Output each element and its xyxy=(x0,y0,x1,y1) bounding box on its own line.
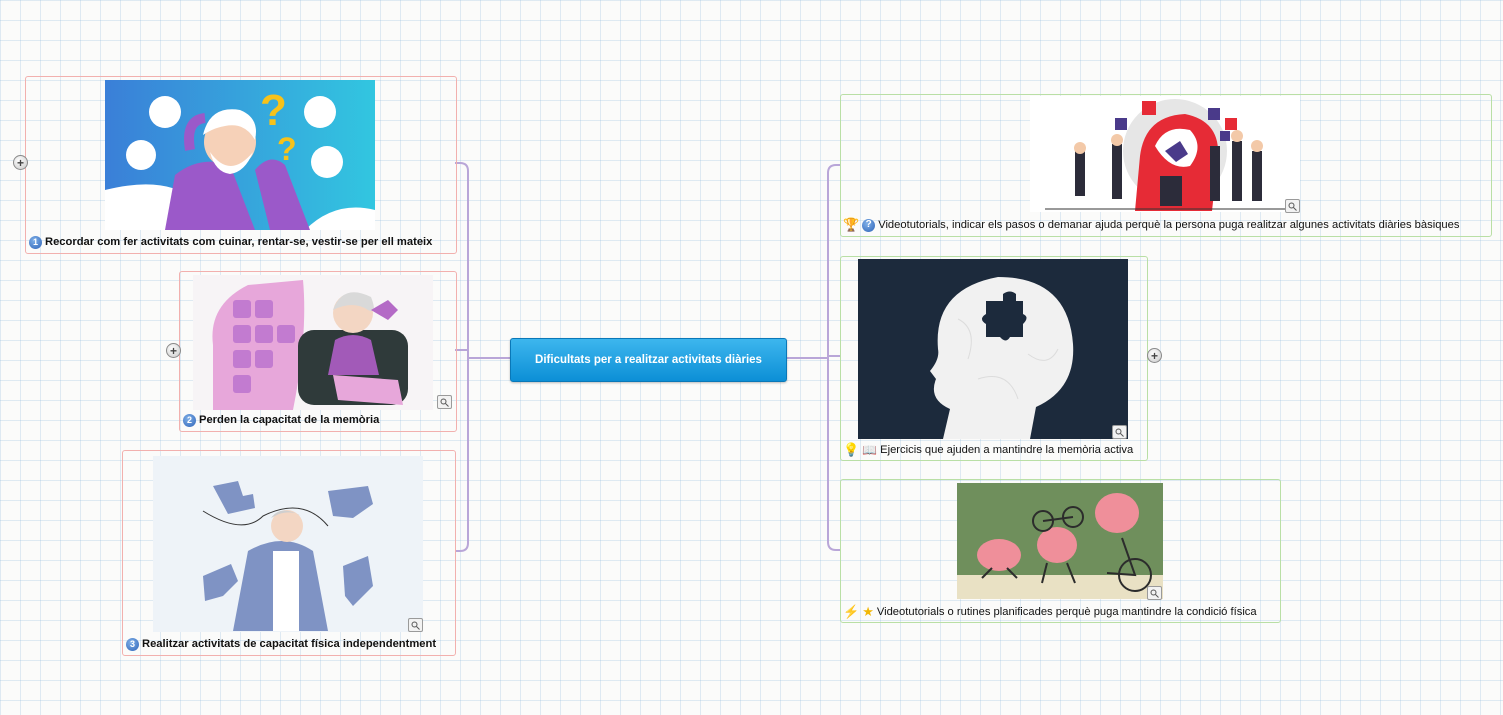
priority-2-icon: 2 xyxy=(183,413,196,427)
expand-icon[interactable]: + xyxy=(13,155,28,170)
zoom-image-icon[interactable] xyxy=(408,618,423,632)
elderly-man-puzzle-pieces-image xyxy=(153,456,423,632)
brain-puzzle-people-image xyxy=(1030,96,1300,212)
star-icon: ★ xyxy=(862,604,874,619)
expand-icon[interactable]: + xyxy=(166,343,181,358)
svg-text:?: ? xyxy=(260,86,287,135)
trophy-icon: 🏆 xyxy=(843,217,860,232)
zoom-image-icon[interactable] xyxy=(437,395,452,409)
elderly-man-confused-image: ? ? xyxy=(105,80,375,230)
expand-icon[interactable]: + xyxy=(1147,348,1162,363)
right-topic-2-label: 💡 📖 Ejercicis que ajuden a mantindre la … xyxy=(843,442,1134,458)
zoom-image-icon[interactable] xyxy=(1112,425,1127,439)
priority-1-icon: 1 xyxy=(29,235,42,249)
zoom-image-icon[interactable] xyxy=(1285,199,1300,213)
brains-exercising-image xyxy=(957,483,1163,599)
head-silhouette-puzzle-image xyxy=(858,259,1128,439)
central-topic[interactable]: Dificultats per a realitzar activitats d… xyxy=(510,338,787,382)
lightning-icon: ⚡ xyxy=(843,604,860,619)
right-topic-3-label: ⚡ ★ Videotutorials o rutines planificade… xyxy=(843,604,1257,619)
left-topic-1-label: 1 Recordar com fer activitats com cuinar… xyxy=(29,235,432,249)
book-icon: 📖 xyxy=(862,443,878,457)
priority-3-icon: 3 xyxy=(126,637,139,651)
lightbulb-icon: 💡 xyxy=(843,442,860,457)
left-topic-3-label: 3 Realitzar activitats de capacitat físi… xyxy=(126,637,436,651)
question-icon: ? xyxy=(862,218,876,232)
zoom-image-icon[interactable] xyxy=(1147,586,1162,600)
elderly-woman-puzzle-image xyxy=(193,275,433,410)
right-topic-1-label: 🏆 ? Videotutorials, indicar els pasos o … xyxy=(843,217,1460,232)
left-topic-2-label: 2 Perden la capacitat de la memòria xyxy=(183,413,379,427)
